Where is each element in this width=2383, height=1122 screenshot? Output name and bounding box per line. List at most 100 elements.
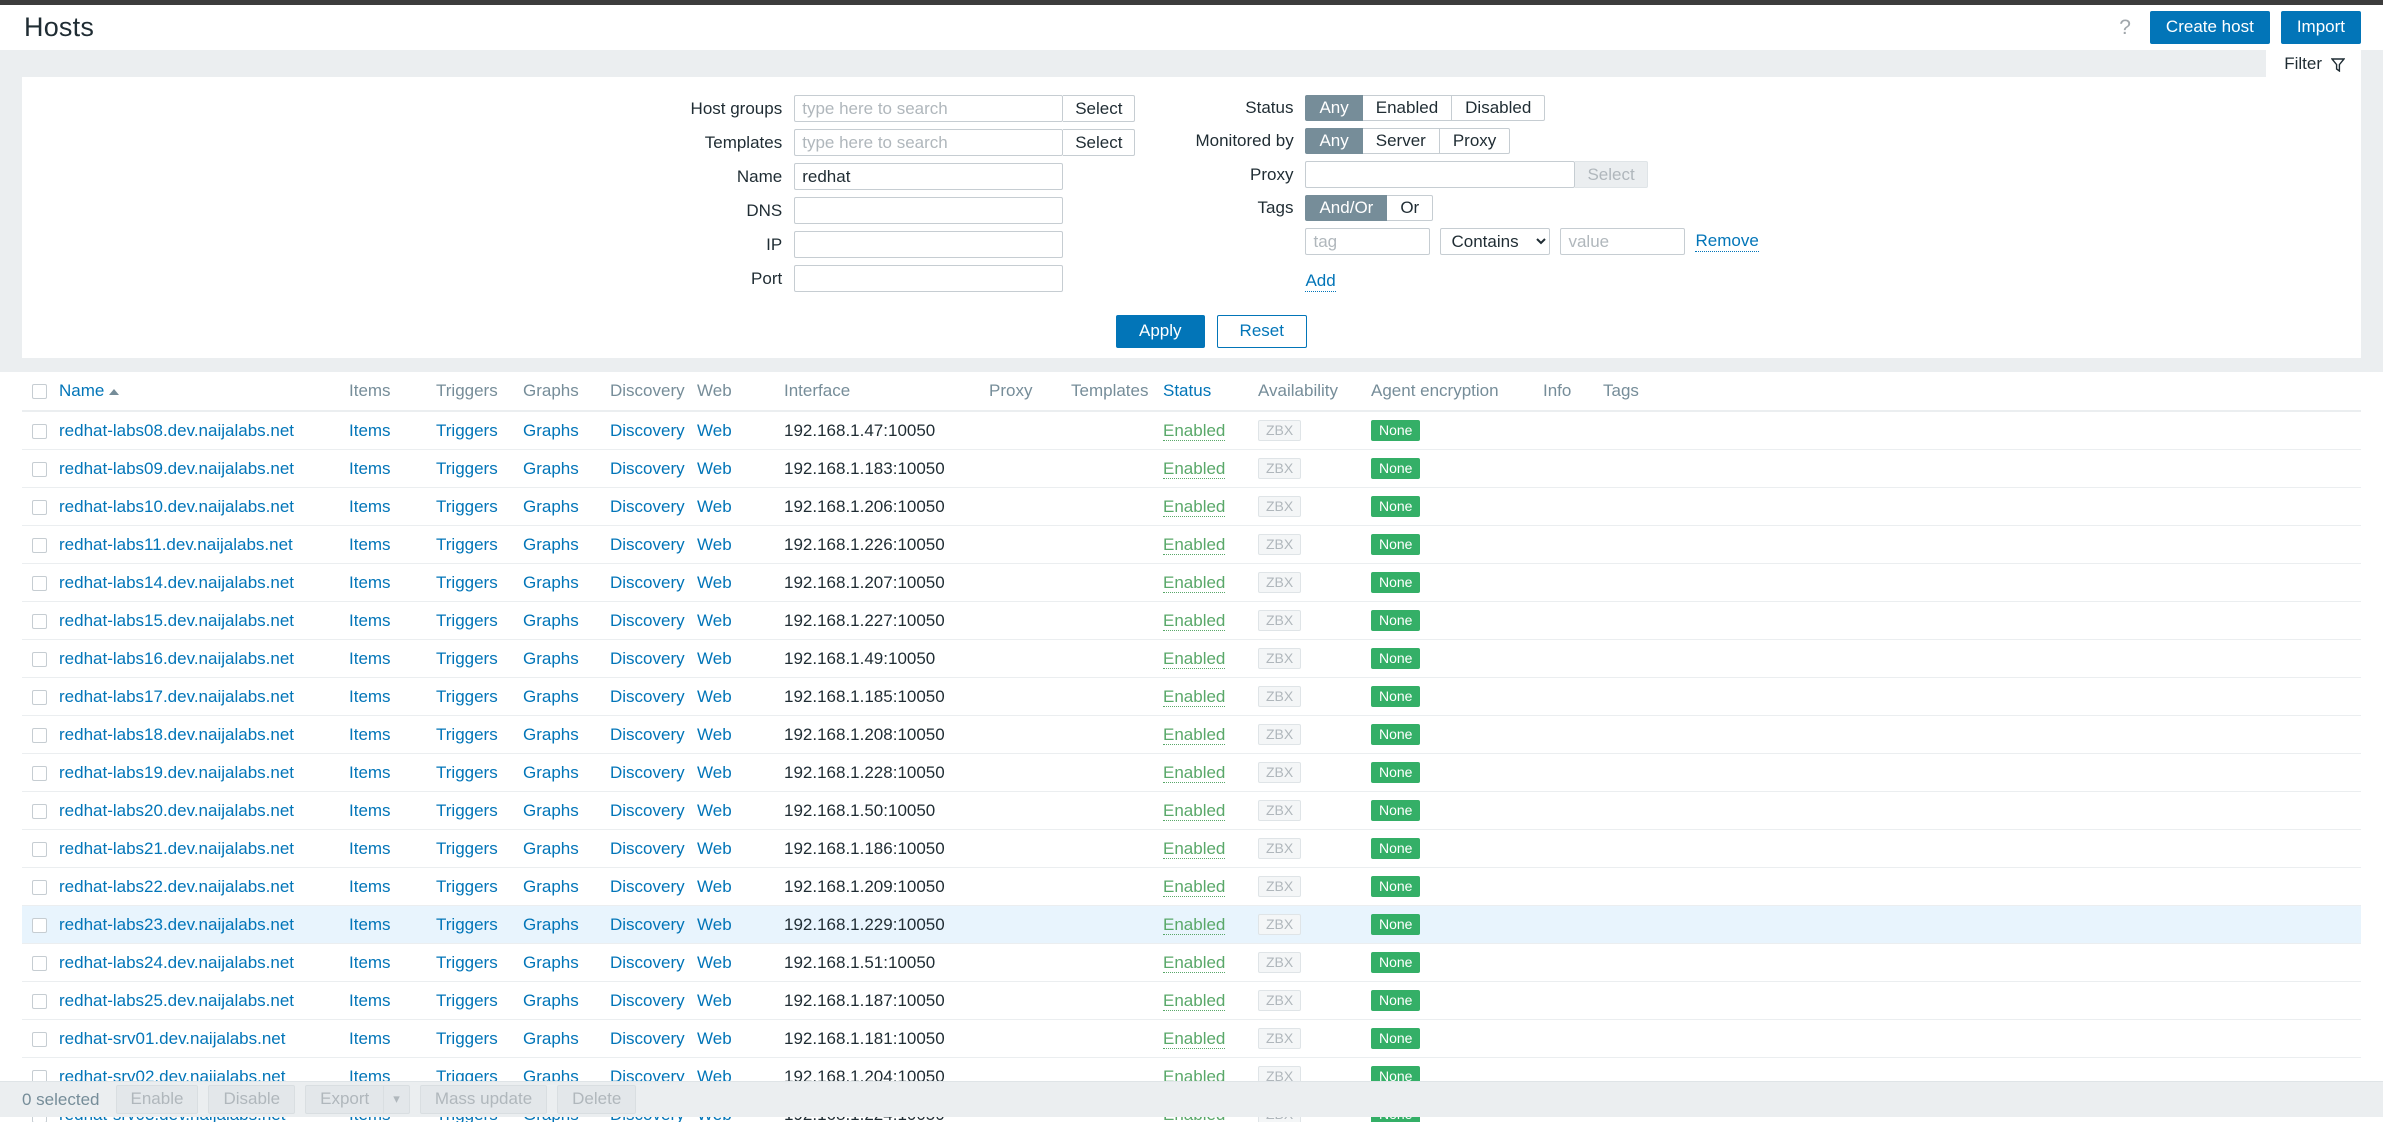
web-link[interactable]: Web <box>697 991 732 1010</box>
discovery-link[interactable]: Discovery <box>610 421 685 440</box>
discovery-link[interactable]: Discovery <box>610 991 685 1010</box>
host-name-link[interactable]: redhat-labs20.dev.naijalabs.net <box>59 801 294 820</box>
table-row[interactable]: redhat-labs19.dev.naijalabs.net Items Trig… <box>22 753 2361 792</box>
availability-badge[interactable]: ZBX <box>1258 648 1302 669</box>
web-link[interactable]: Web <box>697 611 732 630</box>
triggers-link[interactable]: Triggers <box>436 459 498 478</box>
availability-badge[interactable]: ZBX <box>1258 1028 1302 1049</box>
discovery-link[interactable]: Discovery <box>610 725 685 744</box>
host-groups-input[interactable] <box>794 95 1064 122</box>
table-row[interactable]: redhat-labs18.dev.naijalabs.net Items Trig… <box>22 715 2361 754</box>
graphs-link[interactable]: Graphs <box>523 687 579 706</box>
apply-button[interactable]: Apply <box>1116 315 1205 348</box>
web-link[interactable]: Web <box>697 725 732 744</box>
host-name-link[interactable]: redhat-labs16.dev.naijalabs.net <box>59 649 294 668</box>
row-checkbox[interactable] <box>32 613 47 629</box>
availability-badge[interactable]: ZBX <box>1258 534 1302 555</box>
triggers-link[interactable]: Triggers <box>436 725 498 744</box>
host-name-link[interactable]: redhat-labs08.dev.naijalabs.net <box>59 421 294 440</box>
web-link[interactable]: Web <box>697 421 732 440</box>
web-link[interactable]: Web <box>697 573 732 592</box>
items-link[interactable]: Items <box>349 1029 391 1048</box>
table-row[interactable]: redhat-labs23.dev.naijalabs.net Items Trig… <box>22 905 2361 944</box>
name-input[interactable] <box>794 163 1064 190</box>
import-button[interactable]: Import <box>2280 10 2361 45</box>
triggers-link[interactable]: Triggers <box>436 535 498 554</box>
graphs-link[interactable]: Graphs <box>523 573 579 592</box>
triggers-link[interactable]: Triggers <box>436 991 498 1010</box>
graphs-link[interactable]: Graphs <box>523 763 579 782</box>
web-link[interactable]: Web <box>697 687 732 706</box>
items-link[interactable]: Items <box>349 421 391 440</box>
host-name-link[interactable]: redhat-srv01.dev.naijalabs.net <box>59 1029 286 1048</box>
availability-badge[interactable]: ZBX <box>1258 838 1302 859</box>
graphs-link[interactable]: Graphs <box>523 497 579 516</box>
triggers-link[interactable]: Triggers <box>436 421 498 440</box>
discovery-link[interactable]: Discovery <box>610 915 685 934</box>
table-row[interactable]: redhat-labs11.dev.naijalabs.net Items Trig… <box>22 525 2361 564</box>
availability-badge[interactable]: ZBX <box>1258 610 1302 631</box>
web-link[interactable]: Web <box>697 649 732 668</box>
items-link[interactable]: Items <box>349 687 391 706</box>
tag-add-link[interactable]: Add <box>1305 271 1336 292</box>
status-link[interactable]: Enabled <box>1163 838 1226 859</box>
discovery-link[interactable]: Discovery <box>610 611 685 630</box>
status-link[interactable]: Enabled <box>1163 914 1226 935</box>
monitored-by-option-server[interactable]: Server <box>1362 128 1440 154</box>
row-checkbox[interactable] <box>32 727 47 743</box>
dns-input[interactable] <box>794 197 1064 224</box>
web-link[interactable]: Web <box>697 497 732 516</box>
items-link[interactable]: Items <box>349 915 391 934</box>
row-checkbox[interactable] <box>32 803 47 819</box>
ip-input[interactable] <box>794 231 1064 258</box>
sort-by-name-link[interactable]: Name <box>59 381 104 400</box>
status-link[interactable]: Enabled <box>1163 420 1226 441</box>
row-checkbox[interactable] <box>32 537 47 553</box>
items-link[interactable]: Items <box>349 573 391 592</box>
discovery-link[interactable]: Discovery <box>610 459 685 478</box>
host-name-link[interactable]: redhat-labs18.dev.naijalabs.net <box>59 725 294 744</box>
graphs-link[interactable]: Graphs <box>523 877 579 896</box>
host-name-link[interactable]: redhat-labs21.dev.naijalabs.net <box>59 839 294 858</box>
triggers-link[interactable]: Triggers <box>436 687 498 706</box>
row-checkbox[interactable] <box>32 423 47 439</box>
status-link[interactable]: Enabled <box>1163 800 1226 821</box>
status-option-disabled[interactable]: Disabled <box>1452 95 1546 121</box>
host-name-link[interactable]: redhat-labs17.dev.naijalabs.net <box>59 687 294 706</box>
port-input[interactable] <box>794 265 1064 292</box>
availability-badge[interactable]: ZBX <box>1258 572 1302 593</box>
web-link[interactable]: Web <box>697 1029 732 1048</box>
table-row[interactable]: redhat-labs10.dev.naijalabs.net Items Trig… <box>22 487 2361 526</box>
graphs-link[interactable]: Graphs <box>523 915 579 934</box>
status-link[interactable]: Enabled <box>1163 1028 1226 1049</box>
row-checkbox[interactable] <box>32 651 47 667</box>
items-link[interactable]: Items <box>349 839 391 858</box>
host-name-link[interactable]: redhat-labs24.dev.naijalabs.net <box>59 953 294 972</box>
web-link[interactable]: Web <box>697 801 732 820</box>
table-row[interactable]: redhat-labs21.dev.naijalabs.net Items Trig… <box>22 829 2361 868</box>
availability-badge[interactable]: ZBX <box>1258 458 1302 479</box>
graphs-link[interactable]: Graphs <box>523 1029 579 1048</box>
row-checkbox[interactable] <box>32 1031 47 1047</box>
templates-select-button[interactable]: Select <box>1063 129 1136 156</box>
row-checkbox[interactable] <box>32 461 47 477</box>
items-link[interactable]: Items <box>349 877 391 896</box>
triggers-link[interactable]: Triggers <box>436 953 498 972</box>
triggers-link[interactable]: Triggers <box>436 877 498 896</box>
row-checkbox[interactable] <box>32 955 47 971</box>
row-checkbox[interactable] <box>32 879 47 895</box>
availability-badge[interactable]: ZBX <box>1258 686 1302 707</box>
host-groups-select-button[interactable]: Select <box>1063 95 1136 122</box>
availability-badge[interactable]: ZBX <box>1258 724 1302 745</box>
tag-name-input[interactable] <box>1305 228 1431 255</box>
table-row[interactable]: redhat-labs15.dev.naijalabs.net Items Trig… <box>22 601 2361 640</box>
host-name-link[interactable]: redhat-labs09.dev.naijalabs.net <box>59 459 294 478</box>
graphs-link[interactable]: Graphs <box>523 801 579 820</box>
availability-badge[interactable]: ZBX <box>1258 496 1302 517</box>
status-link[interactable]: Enabled <box>1163 534 1226 555</box>
discovery-link[interactable]: Discovery <box>610 839 685 858</box>
host-name-link[interactable]: redhat-labs11.dev.naijalabs.net <box>59 535 293 554</box>
items-link[interactable]: Items <box>349 725 391 744</box>
create-host-button[interactable]: Create host <box>2149 10 2270 45</box>
tag-value-input[interactable] <box>1560 228 1686 255</box>
